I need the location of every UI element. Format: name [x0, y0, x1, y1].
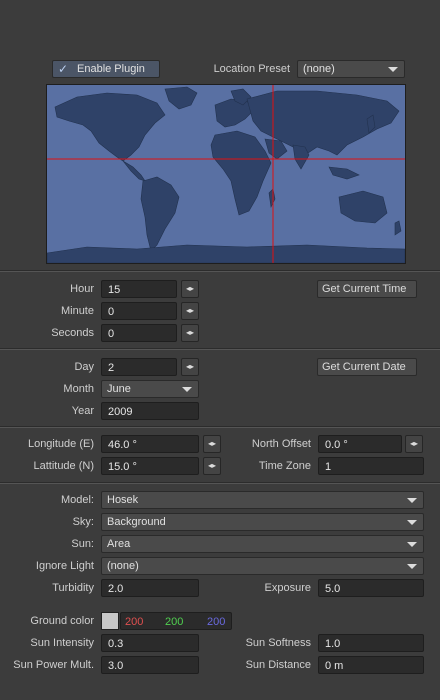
exposure-input[interactable]: 5.0 — [318, 579, 424, 597]
ground-color-r[interactable]: 200 — [125, 613, 143, 629]
get-current-time-button[interactable]: Get Current Time — [317, 280, 417, 298]
longitude-label: Longitude (E) — [27, 438, 94, 450]
model-dropdown[interactable]: Hosek — [101, 491, 424, 509]
chevron-down-icon — [388, 67, 398, 72]
model-label: Model: — [60, 494, 94, 506]
ground-color-swatch[interactable] — [101, 612, 119, 630]
sky-value: Background — [107, 516, 166, 528]
sun-power-label: Sun Power Mult. — [13, 659, 94, 671]
day-input[interactable]: 2 — [101, 358, 177, 376]
ignore-light-value: (none) — [107, 560, 139, 572]
left-right-arrows-icon: ◂▸ — [207, 439, 217, 448]
sun-distance-label: Sun Distance — [245, 659, 311, 671]
day-stepper[interactable]: ◂▸ — [181, 358, 199, 376]
sun-value: Area — [107, 538, 131, 550]
ignore-light-label: Ignore Light — [35, 560, 94, 572]
location-preset-value: (none) — [303, 63, 335, 75]
world-map[interactable] — [46, 84, 406, 264]
sun-intensity-input[interactable]: 0.3 — [101, 634, 199, 652]
check-icon: ✓ — [58, 62, 69, 76]
ground-color-values[interactable]: 200 200 200 — [120, 612, 232, 630]
sun-softness-label: Sun Softness — [245, 637, 311, 649]
year-input[interactable]: 2009 — [101, 402, 199, 420]
exposure-label: Exposure — [264, 582, 311, 594]
turbidity-label: Turbidity — [52, 582, 94, 594]
latitude-stepper[interactable]: ◂▸ — [203, 457, 221, 475]
sun-distance-input[interactable]: 0 m — [318, 656, 424, 674]
left-right-arrows-icon: ◂▸ — [185, 362, 195, 371]
seconds-label: Seconds — [51, 327, 94, 339]
hour-stepper[interactable]: ◂▸ — [181, 280, 199, 298]
chevron-down-icon — [182, 387, 192, 392]
time-zone-input[interactable]: 1 — [318, 457, 424, 475]
longitude-input[interactable]: 46.0 ° — [101, 435, 199, 453]
sun-power-input[interactable]: 3.0 — [101, 656, 199, 674]
left-right-arrows-icon: ◂▸ — [185, 284, 195, 293]
ground-color-g[interactable]: 200 — [165, 613, 183, 629]
left-right-arrows-icon: ◂▸ — [185, 306, 195, 315]
month-label: Month — [63, 383, 94, 395]
turbidity-input[interactable]: 2.0 — [101, 579, 199, 597]
latitude-input[interactable]: 15.0 ° — [101, 457, 199, 475]
chevron-down-icon — [407, 564, 417, 569]
sky-dropdown[interactable]: Background — [101, 513, 424, 531]
sun-intensity-label: Sun Intensity — [30, 637, 94, 649]
day-label: Day — [74, 361, 94, 373]
sun-label: Sun: — [71, 538, 94, 550]
north-offset-input[interactable]: 0.0 ° — [318, 435, 402, 453]
ground-color-label: Ground color — [30, 615, 94, 627]
hour-label: Hour — [70, 283, 94, 295]
seconds-input[interactable]: 0 — [101, 324, 177, 342]
chevron-down-icon — [407, 520, 417, 525]
location-preset-label: Location Preset — [213, 63, 290, 75]
enable-plugin-label: Enable Plugin — [77, 63, 145, 75]
left-right-arrows-icon: ◂▸ — [409, 439, 419, 448]
chevron-down-icon — [407, 498, 417, 503]
longitude-stepper[interactable]: ◂▸ — [203, 435, 221, 453]
minute-input[interactable]: 0 — [101, 302, 177, 320]
ignore-light-dropdown[interactable]: (none) — [101, 557, 424, 575]
ground-color-b[interactable]: 200 — [207, 613, 225, 629]
location-preset-dropdown[interactable]: (none) — [297, 60, 405, 78]
chevron-down-icon — [407, 542, 417, 547]
time-zone-label: Time Zone — [258, 460, 311, 472]
month-value: June — [107, 383, 131, 395]
left-right-arrows-icon: ◂▸ — [185, 328, 195, 337]
enable-plugin-checkbox[interactable]: ✓ Enable Plugin — [52, 60, 160, 78]
minute-stepper[interactable]: ◂▸ — [181, 302, 199, 320]
year-label: Year — [71, 405, 94, 417]
get-current-date-button[interactable]: Get Current Date — [317, 358, 417, 376]
seconds-stepper[interactable]: ◂▸ — [181, 324, 199, 342]
sun-dropdown[interactable]: Area — [101, 535, 424, 553]
month-dropdown[interactable]: June — [101, 380, 199, 398]
minute-label: Minute — [60, 305, 94, 317]
hour-input[interactable]: 15 — [101, 280, 177, 298]
world-map-graphic — [47, 85, 405, 263]
sky-label: Sky: — [72, 516, 94, 528]
latitude-label: Lattitude (N) — [33, 460, 94, 472]
north-offset-label: North Offset — [251, 438, 311, 450]
left-right-arrows-icon: ◂▸ — [207, 461, 217, 470]
model-value: Hosek — [107, 494, 139, 506]
sun-softness-input[interactable]: 1.0 — [318, 634, 424, 652]
north-offset-stepper[interactable]: ◂▸ — [405, 435, 423, 453]
